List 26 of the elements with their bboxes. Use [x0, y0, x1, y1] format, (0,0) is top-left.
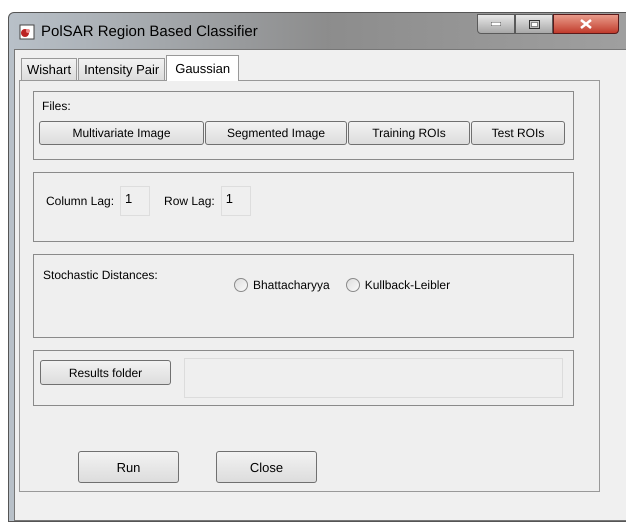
app-icon: [19, 24, 35, 40]
distances-label: Stochastic Distances:: [43, 267, 159, 284]
dialog-button[interactable]: Close: [216, 451, 317, 483]
maximize-button[interactable]: [515, 14, 553, 34]
tab[interactable]: Intensity Pair: [78, 58, 166, 80]
minimize-icon: [491, 22, 501, 26]
close-icon: [580, 19, 592, 29]
file-button[interactable]: Segmented Image: [205, 121, 347, 145]
tab[interactable]: Wishart: [21, 58, 78, 80]
dialog-button[interactable]: Run: [78, 451, 179, 483]
maximize-icon: [528, 20, 540, 28]
distance-radio[interactable]: Bhattacharyya: [234, 276, 330, 294]
window-title: PolSAR Region Based Classifier: [41, 22, 258, 42]
results-folder-button[interactable]: Results folder: [40, 360, 171, 385]
lag-field[interactable]: 1: [120, 186, 150, 216]
file-button[interactable]: Training ROIs: [348, 121, 470, 145]
lag-label: Column Lag:: [46, 193, 114, 210]
file-button[interactable]: Multivariate Image: [39, 121, 204, 145]
distance-radio[interactable]: Kullback-Leibler: [346, 276, 450, 294]
files-label: Files:: [42, 98, 72, 115]
file-button[interactable]: Test ROIs: [471, 121, 565, 145]
minimize-button[interactable]: [477, 14, 515, 34]
lag-field[interactable]: 1: [220, 186, 251, 216]
tab[interactable]: Gaussian: [166, 55, 240, 81]
close-window-button[interactable]: [553, 14, 619, 34]
lag-label: Row Lag:: [164, 193, 215, 210]
